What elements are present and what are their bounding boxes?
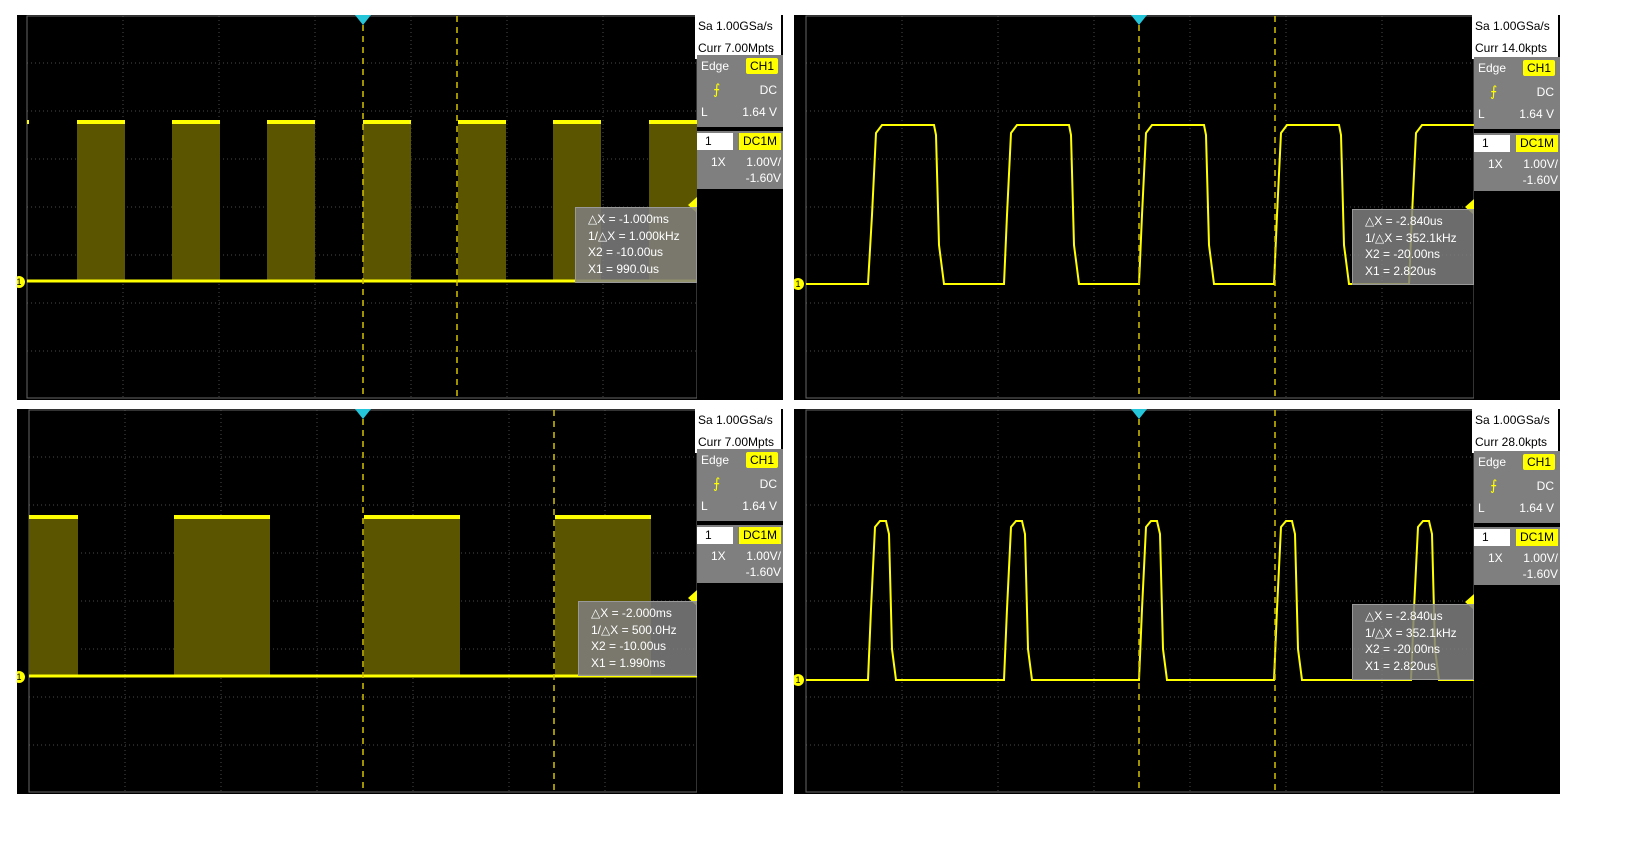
trigger-settings[interactable]: Edge CH1 ⨍ DC L 1.64 V xyxy=(697,449,783,521)
channel-number: 1 xyxy=(1474,135,1510,152)
channel-coupling: DC1M xyxy=(738,527,781,544)
cursor-delta-x: △X = -2.840us xyxy=(1365,609,1443,623)
trigger-source: CH1 xyxy=(745,58,778,74)
vertical-offset: -1.60V xyxy=(1522,567,1558,581)
cursor-inv-delta-x: 1/△X = 352.1kHz xyxy=(1365,230,1457,245)
cursor-x2: X2 = -10.00us xyxy=(591,639,667,653)
cursor-delta-x: △X = -1.000ms xyxy=(588,212,669,226)
trigger-settings[interactable]: Edge CH1 ⨍ DC L 1.64 V xyxy=(697,55,783,127)
probe-ratio: 1X xyxy=(1488,551,1503,565)
channel-number: 1 xyxy=(1474,529,1510,546)
trigger-source: CH1 xyxy=(745,452,778,468)
scope-panel-4: 1 △X = -2.840us 1/△X = 352.1kHz X2 = -20… xyxy=(794,409,1560,794)
scope-panel-2: 1 △X = -2.840us 1/△X = 352.1kHz X2 = -20… xyxy=(794,15,1560,400)
rising-edge-icon: ⨍ xyxy=(1490,477,1498,493)
side-panel: Sa 1.00GSa/s Curr 28.0kpts Edge CH1 ⨍ DC… xyxy=(1472,409,1560,794)
trigger-settings[interactable]: Edge CH1 ⨍ DC L 1.64 V xyxy=(1474,451,1560,523)
cursor-x1: X1 = 1.990ms xyxy=(591,655,666,670)
channel-coupling: DC1M xyxy=(1515,135,1558,152)
sample-rate: Sa 1.00GSa/s xyxy=(1472,409,1558,431)
trigger-mode: Edge xyxy=(1478,455,1507,469)
channel-settings[interactable]: 1 DC1M 1X 1.00V/ -1.60V xyxy=(1474,527,1560,585)
trigger-level: 1.64 V xyxy=(742,499,777,513)
trigger-mode: Edge xyxy=(701,453,730,467)
side-panel: Sa 1.00GSa/s Curr 7.00Mpts Edge CH1 ⨍ DC… xyxy=(695,15,783,400)
cursor-inv-delta-x: 1/△X = 500.0Hz xyxy=(591,622,677,637)
trigger-level: 1.64 V xyxy=(1519,501,1554,515)
trigger-level-label: L xyxy=(701,105,708,119)
side-panel: Sa 1.00GSa/s Curr 7.00Mpts Edge CH1 ⨍ DC… xyxy=(695,409,783,794)
trigger-mode: Edge xyxy=(1478,61,1507,75)
sample-rate: Sa 1.00GSa/s xyxy=(695,15,781,37)
trigger-mode: Edge xyxy=(701,59,730,73)
channel-number: 1 xyxy=(697,133,733,150)
channel-settings[interactable]: 1 DC1M 1X 1.00V/ -1.60V xyxy=(697,131,783,189)
waveform-fill xyxy=(29,515,651,676)
trigger-position-marker[interactable] xyxy=(1131,409,1147,419)
channel-number: 1 xyxy=(697,527,733,544)
cursor-readout: △X = -1.000ms 1/△X = 1.000kHz X2 = -10.0… xyxy=(575,207,697,283)
trigger-position-marker[interactable] xyxy=(355,409,371,419)
trigger-level: 1.64 V xyxy=(1519,107,1554,121)
channel-coupling: DC1M xyxy=(1515,529,1558,546)
trigger-level-label: L xyxy=(701,499,708,513)
probe-ratio: 1X xyxy=(711,549,726,563)
cursor-readout: △X = -2.000ms 1/△X = 500.0Hz X2 = -10.00… xyxy=(578,601,697,676)
graticule xyxy=(805,16,1474,398)
cursor-x1: X1 = 2.820us xyxy=(1365,263,1437,278)
vertical-offset: -1.60V xyxy=(745,565,781,579)
channel-settings[interactable]: 1 DC1M 1X 1.00V/ -1.60V xyxy=(1474,133,1560,191)
trigger-coupling: DC xyxy=(759,477,777,491)
trigger-source: CH1 xyxy=(1522,60,1555,76)
scope-panel-3: 1 △X = -2.000ms 1/△X = 500.0Hz X2 = -10.… xyxy=(17,409,783,794)
vertical-offset: -1.60V xyxy=(1522,173,1558,187)
graticule xyxy=(805,410,1474,792)
trigger-level-label: L xyxy=(1478,501,1485,515)
trigger-level-label: L xyxy=(1478,107,1485,121)
side-panel: Sa 1.00GSa/s Curr 14.0kpts Edge CH1 ⨍ DC… xyxy=(1472,15,1560,400)
vertical-scale: 1.00V/ xyxy=(1523,551,1558,565)
probe-ratio: 1X xyxy=(1488,157,1503,171)
cursor-delta-x: △X = -2.840us xyxy=(1365,214,1443,228)
cursor-x2: X2 = -10.00us xyxy=(588,245,664,259)
trigger-coupling: DC xyxy=(1536,479,1554,493)
vertical-offset: -1.60V xyxy=(745,171,781,185)
trigger-level: 1.64 V xyxy=(742,105,777,119)
cursor-x2: X2 = -20.00ns xyxy=(1365,247,1441,261)
cursor-x1: X1 = 2.820us xyxy=(1365,658,1437,673)
cursor-inv-delta-x: 1/△X = 352.1kHz xyxy=(1365,625,1457,640)
cursor-x1: X1 = 990.0us xyxy=(588,261,660,276)
cursor-x2: X2 = -20.00ns xyxy=(1365,642,1441,656)
channel-coupling: DC1M xyxy=(738,133,781,150)
rising-edge-icon: ⨍ xyxy=(713,475,721,491)
trigger-position-marker[interactable] xyxy=(355,15,371,25)
memory-depth: Curr 14.0kpts xyxy=(1472,37,1558,59)
rising-edge-icon: ⨍ xyxy=(713,81,721,97)
trigger-source: CH1 xyxy=(1522,454,1555,470)
cursor-inv-delta-x: 1/△X = 1.000kHz xyxy=(588,228,680,243)
scope-panel-1: 1 △X = -1.000ms 1/△X = 1.000kHz X2 = -10… xyxy=(17,15,783,400)
trigger-settings[interactable]: Edge CH1 ⨍ DC L 1.64 V xyxy=(1474,57,1560,129)
vertical-scale: 1.00V/ xyxy=(746,155,781,169)
scope-screen-4 xyxy=(805,409,1475,793)
scope-screen-2 xyxy=(805,15,1475,399)
trigger-coupling: DC xyxy=(759,83,777,97)
sample-rate: Sa 1.00GSa/s xyxy=(695,409,781,431)
channel-settings[interactable]: 1 DC1M 1X 1.00V/ -1.60V xyxy=(697,525,783,583)
sample-rate: Sa 1.00GSa/s xyxy=(1472,15,1558,37)
vertical-scale: 1.00V/ xyxy=(746,549,781,563)
probe-ratio: 1X xyxy=(711,155,726,169)
cursor-readout: △X = -2.840us 1/△X = 352.1kHz X2 = -20.0… xyxy=(1352,604,1474,680)
memory-depth: Curr 28.0kpts xyxy=(1472,431,1558,453)
cursor-delta-x: △X = -2.000ms xyxy=(591,606,672,620)
cursor-readout: △X = -2.840us 1/△X = 352.1kHz X2 = -20.0… xyxy=(1352,209,1474,285)
rising-edge-icon: ⨍ xyxy=(1490,83,1498,99)
vertical-scale: 1.00V/ xyxy=(1523,157,1558,171)
trigger-coupling: DC xyxy=(1536,85,1554,99)
trigger-position-marker[interactable] xyxy=(1131,15,1147,25)
